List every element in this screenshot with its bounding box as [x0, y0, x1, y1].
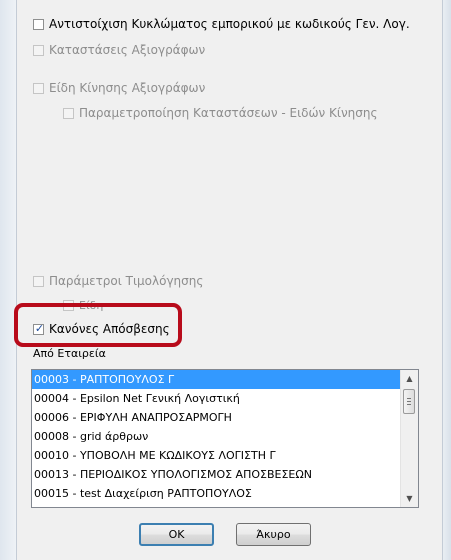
- list-item[interactable]: 00013 - ΠΕΡΙΟΔΙΚΟΣ ΥΠΟΛΟΓΙΣΜΟΣ ΑΠΟΣΒΕΣΕΩ…: [32, 465, 418, 484]
- list-item[interactable]: 00015 - test Διαχείριση ΡΑΠΤΟΠΟΥΛΟΣ: [32, 484, 418, 503]
- list-item[interactable]: 00003 - ΡΑΠΤΟΠΟΥΛΟΣ Γ: [32, 370, 401, 389]
- cancel-button[interactable]: Άκυρο: [236, 523, 311, 546]
- scroll-up-icon[interactable]: ▲: [401, 370, 418, 387]
- list-item[interactable]: 00006 - ΕΡΙΦΥΛΗ ΑΝΑΠΡΟΣΑΡΜΟΓΗ: [32, 408, 418, 427]
- grip-line: [407, 398, 411, 399]
- option-billing-params: Παράμετροι Τιμολόγησης: [33, 274, 203, 288]
- grip-line: [407, 404, 411, 405]
- list-item[interactable]: 00008 - grid άρθρων: [32, 427, 418, 446]
- option-movement-types: Είδη Κίνησης Αξιογράφων: [33, 81, 205, 95]
- window-right-edge: [442, 0, 451, 560]
- window-left-edge: [0, 0, 17, 560]
- checkbox-icon: [33, 44, 44, 56]
- option-parametrization: Παραμετροποίηση Καταστάσεων - Ειδών Κίνη…: [63, 106, 378, 120]
- vertical-scrollbar[interactable]: ▲ ▼: [400, 370, 418, 507]
- option-movement-types-label: Είδη Κίνησης Αξιογράφων: [49, 81, 206, 95]
- option-security-states: Καταστάσεις Αξιογράφων: [33, 43, 205, 57]
- checkbox-icon[interactable]: [33, 18, 44, 30]
- option-match-circuit-label: Αντιστοίχιση Κυκλώματος εμπορικού με κωδ…: [49, 17, 410, 31]
- option-security-states-label: Καταστάσεις Αξιογράφων: [49, 43, 206, 57]
- checkbox-icon: [63, 107, 74, 119]
- option-parametrization-label: Παραμετροποίηση Καταστάσεων - Ειδών Κίνη…: [79, 106, 378, 120]
- list-item[interactable]: 00004 - Epsilon Net Γενική Λογιστική: [32, 389, 418, 408]
- scroll-thumb[interactable]: [403, 389, 415, 414]
- grip-line: [407, 401, 411, 402]
- checkbox-icon: [33, 275, 44, 287]
- ok-button[interactable]: OK: [139, 523, 214, 546]
- list-item[interactable]: 00010 - ΥΠΟΒΟΛΗ ΜΕ ΚΩΔΙΚΟΥΣ ΛΟΓΙΣΤΗ Γ: [32, 446, 418, 465]
- company-list[interactable]: 00003 - ΡΑΠΤΟΠΟΥΛΟΣ Γ 00004 - Epsilon Ne…: [31, 369, 419, 508]
- option-match-circuit[interactable]: Αντιστοίχιση Κυκλώματος εμπορικού με κωδ…: [33, 17, 410, 31]
- highlight-annotation: [14, 303, 182, 347]
- option-billing-params-label: Παράμετροι Τιμολόγησης: [49, 274, 204, 288]
- checkbox-icon: [33, 82, 44, 94]
- from-company-label: Από Εταιρεία: [33, 347, 106, 360]
- scroll-down-icon[interactable]: ▼: [401, 490, 418, 507]
